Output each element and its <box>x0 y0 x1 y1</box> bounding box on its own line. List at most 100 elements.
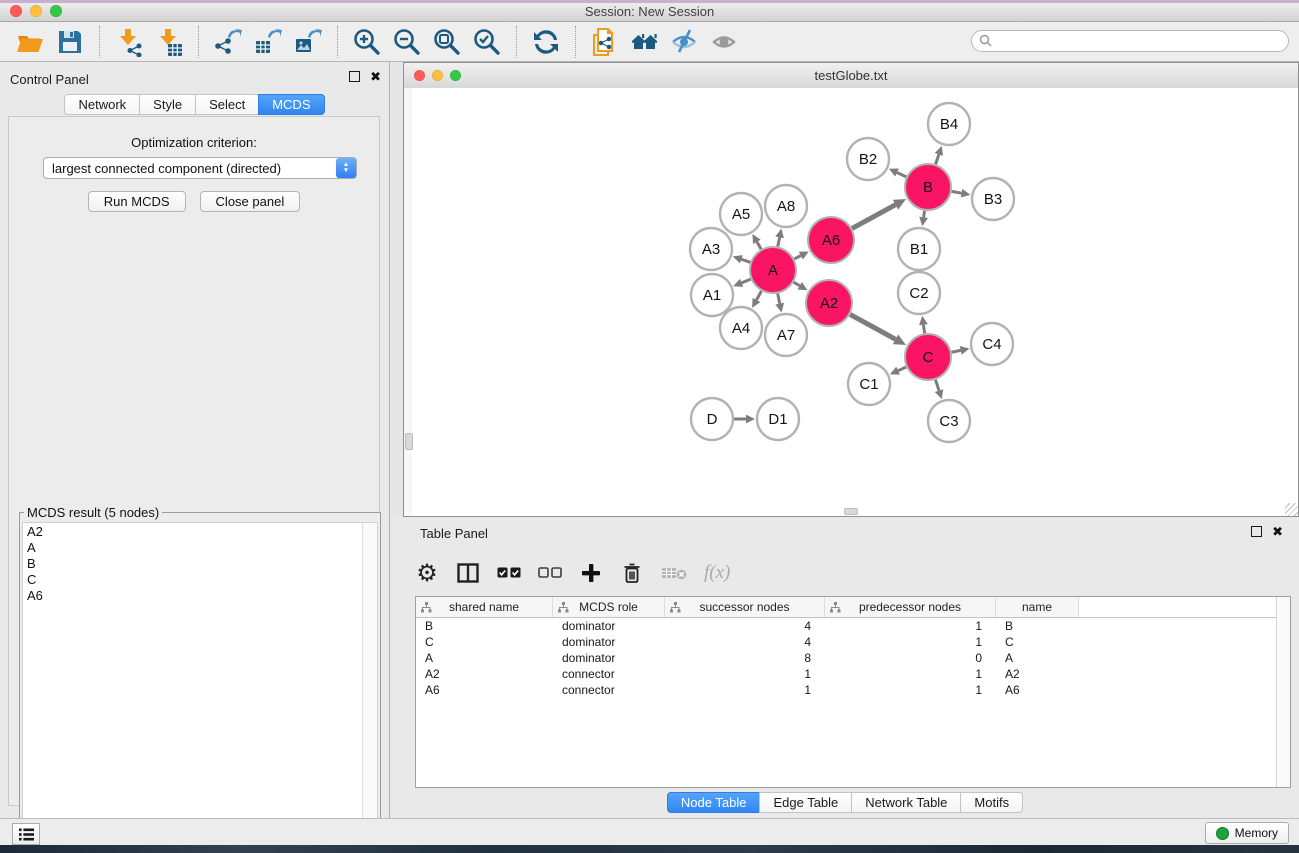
select-all-rows-icon[interactable] <box>497 558 521 588</box>
table-row[interactable]: A6connector11A6 <box>416 682 1290 698</box>
network-horizontal-scrollbar[interactable] <box>844 508 858 515</box>
open-file-icon[interactable] <box>13 26 47 58</box>
table-row[interactable]: Bdominator41B <box>416 618 1290 634</box>
graph-edge-C-C2[interactable] <box>923 325 924 334</box>
tab-network[interactable]: Network <box>64 94 140 115</box>
table-cell: 4 <box>665 635 825 649</box>
task-history-button[interactable] <box>12 823 40 845</box>
first-neighbors-icon[interactable] <box>628 26 662 58</box>
close-table-panel-icon[interactable]: ✖ <box>1272 527 1283 537</box>
zoom-out-icon[interactable] <box>390 26 424 58</box>
toolbar-separator <box>337 26 338 58</box>
table-cell: 8 <box>665 651 825 665</box>
tab-motifs[interactable]: Motifs <box>960 792 1023 813</box>
graph-edge-A-A8[interactable] <box>778 237 780 246</box>
graph-edge-C-C3[interactable] <box>935 380 939 391</box>
mcds-result-item[interactable]: B <box>27 556 377 572</box>
graph-edge-B-B3[interactable] <box>952 191 962 193</box>
graph-node-label-A3: A3 <box>702 241 720 258</box>
network-canvas[interactable]: B4B2BB3B1A5A8A3AA1A6A4A7A2C2C4CC1C3DD1 <box>404 88 1298 516</box>
column-label: predecessor nodes <box>859 600 961 614</box>
graph-node-label-A7: A7 <box>777 327 795 344</box>
result-scrollbar[interactable] <box>362 523 377 847</box>
tab-network-table[interactable]: Network Table <box>851 792 961 813</box>
import-table-icon[interactable] <box>152 26 186 58</box>
table-row[interactable]: Cdominator41C <box>416 634 1290 650</box>
deselect-all-rows-icon[interactable] <box>538 558 562 588</box>
column-header-name[interactable]: name <box>996 597 1079 617</box>
graph-edge-A6-B[interactable] <box>852 205 895 229</box>
float-panel-icon[interactable] <box>349 71 360 82</box>
mcds-result-item[interactable]: C <box>27 572 377 588</box>
column-header-shared-name[interactable]: shared name <box>416 597 553 617</box>
table-cell: C <box>416 635 553 649</box>
new-network-from-selection-icon[interactable] <box>588 26 622 58</box>
graph-edge-A-A2[interactable] <box>794 282 800 286</box>
table-cell: A6 <box>996 683 1079 697</box>
mcds-result-group: MCDS result (5 nodes) A2ABCA6 <box>19 505 381 851</box>
table-row[interactable]: Adominator80A <box>416 650 1290 666</box>
graph-edge-B-B2[interactable] <box>897 173 906 177</box>
tab-node-table[interactable]: Node Table <box>667 792 761 813</box>
graph-edge-A-A1[interactable] <box>742 279 751 283</box>
tab-edge-table[interactable]: Edge Table <box>759 792 852 813</box>
zoom-in-icon[interactable] <box>350 26 384 58</box>
graph-edge-A-A6[interactable] <box>794 256 800 259</box>
network-window-titlebar[interactable]: testGlobe.txt <box>404 63 1298 89</box>
network-vertical-scrollbar[interactable] <box>404 88 412 516</box>
optimization-criterion-select[interactable]: largest connected component (directed) ▲… <box>43 157 357 179</box>
memory-button[interactable]: Memory <box>1205 822 1289 844</box>
graph-edge-B-B1[interactable] <box>924 211 925 218</box>
control-panel-tabs: NetworkStyleSelectMCDS <box>0 94 389 115</box>
table-row[interactable]: A2connector11A2 <box>416 666 1290 682</box>
mcds-result-item[interactable]: A2 <box>27 524 377 540</box>
float-table-panel-icon[interactable] <box>1251 526 1262 537</box>
zoom-selected-icon[interactable] <box>470 26 504 58</box>
apply-layout-icon[interactable] <box>529 26 563 58</box>
add-column-icon[interactable] <box>579 558 603 588</box>
tab-select[interactable]: Select <box>195 94 259 115</box>
node-table: shared nameMCDS rolesuccessor nodes prede… <box>415 596 1291 788</box>
shared-column-icon <box>670 602 681 616</box>
graph-arrowhead <box>935 389 943 399</box>
table-panel: Table Panel ✖ ⚙f(x) shared nameMCDS role… <box>391 517 1299 818</box>
run-mcds-button[interactable]: Run MCDS <box>88 191 186 212</box>
graph-edge-A-A4[interactable] <box>756 291 761 300</box>
column-header-MCDS-role[interactable]: MCDS role <box>553 597 665 617</box>
mcds-result-item[interactable]: A <box>27 540 377 556</box>
export-network-icon[interactable] <box>211 26 245 58</box>
export-image-icon[interactable] <box>291 26 325 58</box>
column-header-predecessor-nodes[interactable]: predecessor nodes <box>825 597 996 617</box>
table-cell: connector <box>553 683 665 697</box>
save-session-icon[interactable] <box>53 26 87 58</box>
graph-edge-B-B4[interactable] <box>936 154 939 164</box>
mcds-result-item[interactable]: A6 <box>27 588 377 604</box>
mcds-panel: Optimization criterion: largest connecte… <box>8 116 380 806</box>
tab-mcds[interactable]: MCDS <box>258 94 324 115</box>
table-scrollbar[interactable] <box>1276 597 1290 787</box>
shared-column-icon <box>558 602 569 616</box>
gear-icon[interactable]: ⚙ <box>415 558 439 588</box>
resize-grip[interactable] <box>1285 503 1298 516</box>
graph-edge-A2-C[interactable] <box>850 314 895 339</box>
graph-node-label-B1: B1 <box>910 241 928 258</box>
graph-node-label-A4: A4 <box>732 320 750 337</box>
search-input[interactable] <box>971 30 1289 52</box>
graph-edge-A-A7[interactable] <box>778 294 780 304</box>
graph-edge-C-C1[interactable] <box>898 367 906 371</box>
delete-columns-icon[interactable] <box>620 558 644 588</box>
zoom-fit-icon[interactable] <box>430 26 464 58</box>
graph-edge-A-A3[interactable] <box>741 259 750 262</box>
graph-edge-C-C4[interactable] <box>952 350 961 352</box>
close-panel-button[interactable]: Close panel <box>200 191 301 212</box>
graph-edge-A-A5[interactable] <box>757 242 761 249</box>
show-all-icon[interactable] <box>708 26 742 58</box>
tab-style[interactable]: Style <box>139 94 196 115</box>
export-table-icon[interactable] <box>251 26 285 58</box>
column-view-icon[interactable] <box>456 558 480 588</box>
close-panel-icon[interactable]: ✖ <box>370 72 381 82</box>
column-header-successor-nodes[interactable]: successor nodes <box>665 597 825 617</box>
import-network-icon[interactable] <box>112 26 146 58</box>
table-cell: A2 <box>416 667 553 681</box>
hide-selected-icon[interactable] <box>668 26 702 58</box>
